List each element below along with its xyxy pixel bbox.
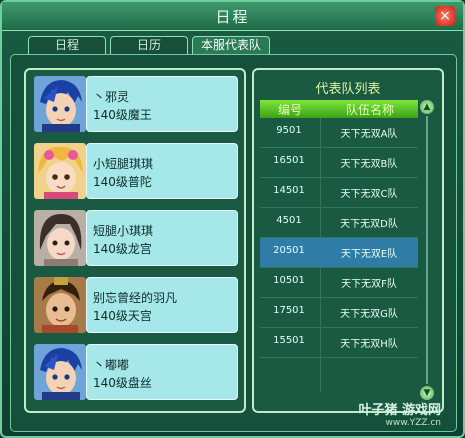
title-bar[interactable]: 日程 ×	[2, 2, 463, 31]
table-row[interactable]: 15501 天下无双H队	[260, 328, 418, 358]
player-name: 别忘曾经的羽凡	[93, 291, 178, 305]
warrior-portrait	[34, 277, 86, 333]
player-card[interactable]: 小短腿琪琪 140级普陀	[34, 143, 238, 199]
team-id: 9501	[276, 125, 302, 136]
team-table: 编号 队伍名称 9501 天下无双A队 16501 天下无双B队 14501 天…	[260, 100, 418, 392]
team-name: 天下无双F队	[341, 279, 397, 290]
watermark-url: www.YZZ.cn	[385, 418, 441, 428]
player-card[interactable]: 丶邪灵 140级魔王	[34, 76, 238, 132]
blue-hair-warrior-portrait	[34, 344, 86, 400]
player-card[interactable]: 丶嘟嘟 140级盘丝	[34, 344, 238, 400]
column-header-id: 编号	[278, 103, 303, 117]
table-row[interactable]: 10501 天下无双F队	[260, 268, 418, 298]
team-list-title: 代表队列表	[315, 82, 381, 97]
team-name: 天下无双B队	[340, 159, 398, 170]
team-name: 天下无双C队	[340, 189, 398, 200]
schedule-window: 日程 × 日程 日历 本服代表队 丶邪灵 140级魔王 小短腿琪琪 140级普陀…	[0, 0, 465, 438]
table-row[interactable]: 17501 天下无双G队	[260, 298, 418, 328]
player-level: 140级天宫	[93, 309, 152, 323]
team-name: 天下无双H队	[340, 339, 398, 350]
team-id: 16501	[273, 155, 305, 166]
player-name: 短腿小琪琪	[93, 224, 154, 238]
team-id: 15501	[273, 335, 305, 346]
player-info: 丶嘟嘟 140级盘丝	[86, 344, 238, 400]
team-id: 14501	[273, 185, 305, 196]
team-name: 天下无双G队	[340, 309, 398, 320]
close-button[interactable]: ×	[435, 6, 455, 26]
team-id: 20501	[273, 245, 305, 256]
player-card[interactable]: 短腿小琪琪 140级龙宫	[34, 210, 238, 266]
team-id: 17501	[273, 305, 305, 316]
team-name: 天下无双D队	[340, 219, 398, 230]
dark-hair-girl-portrait	[34, 210, 86, 266]
player-info: 别忘曾经的羽凡 140级天宫	[86, 277, 238, 333]
tab-server-representatives[interactable]: 本服代表队	[192, 36, 270, 54]
table-row-selected[interactable]: 20501 天下无双E队	[260, 238, 418, 268]
player-name: 丶邪灵	[93, 90, 130, 104]
scrollbar[interactable]: ▲ ▼	[420, 100, 434, 400]
player-card[interactable]: 别忘曾经的羽凡 140级天宫	[34, 277, 238, 333]
player-level: 140级龙宫	[93, 242, 152, 256]
watermark: 叶子猪 游戏网 www.YZZ.cn	[358, 399, 441, 428]
blue-hair-warrior-portrait	[34, 76, 86, 132]
tab-calendar[interactable]: 日历	[110, 36, 188, 54]
team-name: 天下无双E队	[340, 249, 398, 260]
column-header-team-name: 队伍名称	[346, 103, 395, 117]
blonde-girl-portrait	[34, 143, 86, 199]
team-id: 4501	[276, 215, 302, 226]
table-row[interactable]: 4501 天下无双D队	[260, 208, 418, 238]
team-id: 10501	[273, 275, 305, 286]
player-name: 丶嘟嘟	[93, 358, 130, 372]
table-row[interactable]: 14501 天下无双C队	[260, 178, 418, 208]
table-row[interactable]: 16501 天下无双B队	[260, 148, 418, 178]
player-list: 丶邪灵 140级魔王 小短腿琪琪 140级普陀 短腿小琪琪 140级龙宫 别忘曾…	[24, 68, 246, 413]
player-name: 小短腿琪琪	[93, 157, 154, 171]
window-title: 日程	[215, 8, 250, 26]
tab-schedule[interactable]: 日程	[28, 36, 106, 54]
player-info: 小短腿琪琪 140级普陀	[86, 143, 238, 199]
scroll-up-icon[interactable]: ▲	[420, 100, 434, 114]
table-header: 编号 队伍名称	[260, 100, 418, 118]
team-name: 天下无双A队	[340, 129, 398, 140]
player-level: 140级普陀	[93, 175, 152, 189]
player-info: 短腿小琪琪 140级龙宫	[86, 210, 238, 266]
player-level: 140级魔王	[93, 108, 152, 122]
table-row[interactable]: 9501 天下无双A队	[260, 118, 418, 148]
watermark-brand: 叶子猪 游戏网	[358, 403, 441, 418]
scroll-down-icon[interactable]: ▼	[420, 386, 434, 400]
scroll-track[interactable]	[426, 116, 428, 384]
team-list-panel: 代表队列表 编号 队伍名称 9501 天下无双A队 16501 天下无双B队 1…	[252, 68, 444, 413]
player-info: 丶邪灵 140级魔王	[86, 76, 238, 132]
player-level: 140级盘丝	[93, 376, 152, 390]
